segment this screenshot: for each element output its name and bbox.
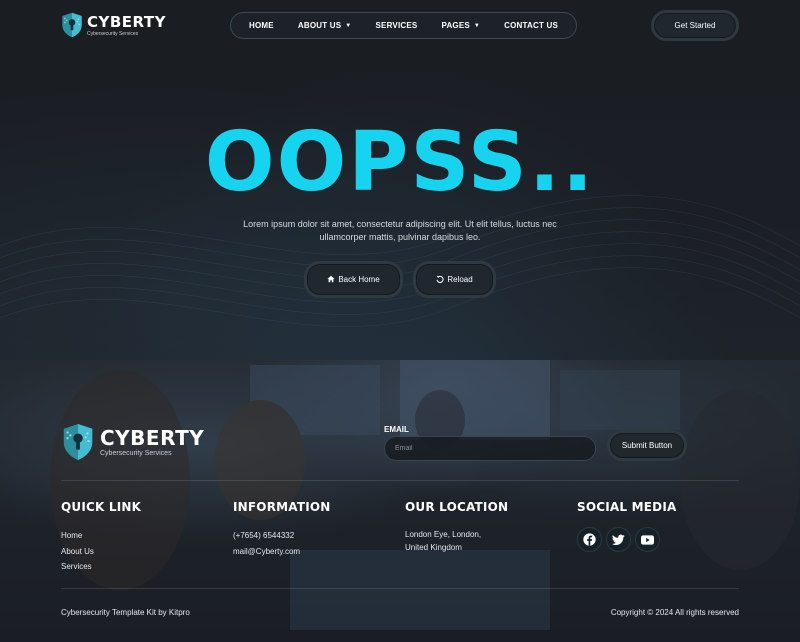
email-input[interactable] [384,436,596,461]
reload-label: Reload [447,275,473,284]
footer-logo[interactable]: CYBERTY Cybersecurity Services [61,423,204,461]
brand-name: CYBERTY [87,12,167,31]
template-credit: Cybersecurity Template Kit by Kitpro [61,608,190,617]
shield-logo-icon [63,423,93,461]
get-started-label: Get Started [674,21,716,30]
footer-divider [61,480,739,481]
reload-icon [436,275,444,285]
nav-about-us[interactable]: ABOUT US ▼ [298,21,352,30]
quick-link-column: QUICK LINK Home About Us Services [61,500,141,575]
information-column: INFORMATION (+7654) 6544332 mail@Cyberty… [233,500,331,559]
address-line-2: United Kingdom [405,543,462,552]
brand-name: CYBERTY [100,425,205,450]
nav-label: PAGES [441,21,470,30]
email-address[interactable]: mail@Cyberty.com [233,544,331,560]
information-title: INFORMATION [233,500,331,514]
address-line-1: London Eye, London, [405,530,482,539]
submit-label: Submit Button [621,441,673,450]
social-column: SOCIAL MEDIA [577,500,676,552]
main-nav: HOME ABOUT US ▼ SERVICES PAGES ▼ CONTACT… [230,12,577,39]
location-title: OUR LOCATION [405,500,509,514]
submit-button[interactable]: Submit Button [607,430,687,461]
email-label: EMAIL [384,425,409,434]
brand-tagline: Cybersecurity Services [87,30,139,37]
error-title: OOPSS.. [204,115,596,210]
nav-label: CONTACT US [504,21,558,30]
nav-home[interactable]: HOME [249,21,274,30]
footer-link-about-us[interactable]: About Us [61,544,141,560]
home-icon [327,275,335,285]
nav-label: HOME [249,21,274,30]
brand-tagline: Cybersecurity Services [100,449,172,457]
footer-bottom-divider [61,588,739,589]
twitter-icon[interactable] [606,527,631,552]
get-started-button[interactable]: Get Started [651,10,739,41]
nav-label: ABOUT US [297,21,342,30]
nav-services[interactable]: SERVICES [376,21,418,30]
social-title: SOCIAL MEDIA [577,500,677,514]
chevron-down-icon: ▼ [345,22,352,29]
quick-link-title: QUICK LINK [61,500,142,514]
back-home-label: Back Home [338,275,380,284]
location-column: OUR LOCATION London Eye, London, United … [405,500,508,554]
footer-link-services[interactable]: Services [61,559,141,575]
shield-logo-icon [62,12,82,38]
facebook-icon[interactable] [577,527,602,552]
nav-contact-us[interactable]: CONTACT US [504,21,558,30]
copyright-text: Copyright © 2024 All rights reserved [610,608,739,617]
phone-number[interactable]: (+7654) 6544332 [233,528,331,544]
error-description: Lorem ipsum dolor sit amet, consectetur … [243,219,557,242]
reload-button[interactable]: Reload [413,261,496,298]
nav-pages[interactable]: PAGES ▼ [442,21,481,30]
nav-label: SERVICES [375,21,418,30]
chevron-down-icon: ▼ [473,22,481,29]
back-home-button[interactable]: Back Home [304,261,403,298]
footer-link-home[interactable]: Home [61,528,141,544]
header-logo[interactable]: CYBERTY Cybersecurity Services [61,12,166,38]
youtube-icon[interactable] [635,527,660,552]
